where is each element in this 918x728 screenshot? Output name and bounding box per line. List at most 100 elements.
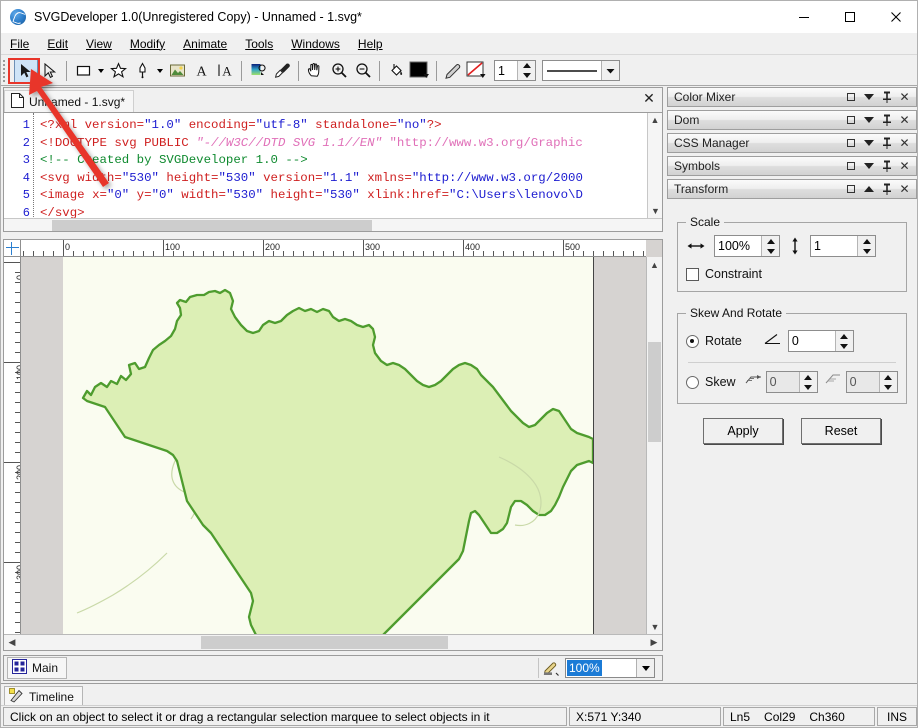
- zoom-out-tool[interactable]: [351, 59, 375, 83]
- panel-symbols[interactable]: Symbols ✕: [667, 156, 917, 176]
- canvas-vscroll-thumb[interactable]: [648, 342, 661, 442]
- rectangle-tool[interactable]: [71, 59, 95, 83]
- skew-vertical-decrement[interactable]: [880, 382, 897, 392]
- menu-help[interactable]: Help: [349, 35, 392, 53]
- chevron-down-icon[interactable]: [863, 114, 874, 126]
- constraint-checkbox[interactable]: [686, 267, 699, 281]
- skew-horizontal-increment[interactable]: [800, 372, 817, 382]
- panel-maximize-icon[interactable]: [845, 183, 856, 195]
- rotate-decrement[interactable]: [836, 341, 853, 351]
- canvas-scroll-left-arrow[interactable]: ◀: [4, 635, 20, 650]
- pin-icon[interactable]: [881, 160, 892, 172]
- pen-tool[interactable]: [130, 59, 154, 83]
- panel-maximize-icon[interactable]: [845, 114, 856, 126]
- editor-scroll-down-arrow[interactable]: ▼: [648, 204, 662, 218]
- close-icon[interactable]: ✕: [899, 137, 910, 149]
- paint-bucket-tool[interactable]: [384, 59, 408, 83]
- zoom-in-tool[interactable]: [327, 59, 351, 83]
- scale-y-increment[interactable]: [858, 236, 875, 246]
- pin-icon[interactable]: [881, 114, 892, 126]
- close-icon[interactable]: ✕: [899, 114, 910, 126]
- pin-icon[interactable]: [881, 137, 892, 149]
- zoom-level-value[interactable]: 100%: [567, 660, 602, 676]
- svg-page[interactable]: [63, 257, 595, 634]
- rotate-spin-buttons[interactable]: [834, 331, 853, 351]
- editor-hscroll-thumb[interactable]: [52, 220, 372, 231]
- reset-button[interactable]: Reset: [801, 418, 881, 444]
- apply-button[interactable]: Apply: [703, 418, 783, 444]
- menu-view[interactable]: View: [77, 35, 121, 53]
- scale-x-input[interactable]: [715, 236, 761, 256]
- canvas-viewport[interactable]: [21, 257, 646, 634]
- close-icon[interactable]: [873, 1, 917, 33]
- horizontal-ruler[interactable]: 0 100 200 300 400 500: [21, 240, 646, 257]
- star-tool[interactable]: [106, 59, 130, 83]
- canvas-horizontal-scrollbar[interactable]: ◀ ▶: [4, 634, 662, 650]
- stroke-width-increment[interactable]: [518, 61, 535, 71]
- ruler-origin-corner[interactable]: [4, 240, 21, 257]
- maximize-icon[interactable]: [827, 1, 873, 33]
- menu-modify[interactable]: Modify: [121, 35, 174, 53]
- panel-color-mixer[interactable]: Color Mixer ✕: [667, 87, 917, 107]
- canvas-scroll-up-arrow[interactable]: ▲: [647, 257, 662, 272]
- fill-color-swatch[interactable]: [408, 59, 432, 83]
- menu-edit[interactable]: Edit: [38, 35, 77, 53]
- map-image[interactable]: [63, 257, 595, 634]
- scale-x-decrement[interactable]: [762, 246, 779, 256]
- skew-horizontal-decrement[interactable]: [800, 382, 817, 392]
- rectangle-tool-dropdown[interactable]: [95, 59, 106, 83]
- stroke-width-decrement[interactable]: [518, 71, 535, 81]
- panel-transform[interactable]: Transform ✕: [667, 179, 917, 199]
- editor-close-icon[interactable]: ✕: [642, 91, 656, 105]
- rotate-angle-input[interactable]: [788, 331, 835, 351]
- close-icon[interactable]: ✕: [899, 91, 910, 103]
- skew-horizontal-spin-buttons[interactable]: [798, 372, 817, 392]
- scale-y-decrement[interactable]: [858, 246, 875, 256]
- document-tab[interactable]: Unnamed - 1.svg*: [4, 90, 135, 112]
- vertical-text-tool[interactable]: A: [213, 59, 237, 83]
- skew-vertical-spin-buttons[interactable]: [878, 372, 897, 392]
- text-tool[interactable]: A: [189, 59, 213, 83]
- skew-horizontal-stepper[interactable]: [765, 371, 818, 393]
- panel-maximize-icon[interactable]: [845, 91, 856, 103]
- panel-dom[interactable]: Dom ✕: [667, 110, 917, 130]
- pencil-stroke-tool[interactable]: [441, 59, 465, 83]
- skew-vertical-stepper[interactable]: [845, 371, 898, 393]
- scale-y-input[interactable]: [811, 236, 857, 256]
- toolbar-grip[interactable]: [3, 59, 12, 82]
- scale-x-stepper[interactable]: [714, 235, 780, 257]
- vertical-ruler[interactable]: 0100200300: [4, 257, 21, 634]
- image-tool[interactable]: [165, 59, 189, 83]
- select-arrow-tool[interactable]: [14, 58, 38, 83]
- panel-maximize-icon[interactable]: [845, 137, 856, 149]
- subselect-arrow-tool[interactable]: [38, 59, 62, 83]
- zoom-dropdown-arrow[interactable]: [636, 659, 654, 677]
- menu-file[interactable]: File: [1, 35, 38, 53]
- skew-horizontal-input[interactable]: [766, 372, 799, 392]
- zoom-level-combobox[interactable]: 100%: [565, 658, 655, 678]
- scale-x-spin-buttons[interactable]: [761, 236, 779, 256]
- scale-y-spin-buttons[interactable]: [857, 236, 875, 256]
- canvas-hscroll-thumb[interactable]: [201, 636, 448, 649]
- canvas-vertical-scrollbar[interactable]: ▲ ▼: [646, 257, 662, 634]
- snap-to-objects-icon[interactable]: [538, 658, 563, 678]
- stroke-style-dropdown-arrow[interactable]: [601, 61, 619, 80]
- scene-tab-main[interactable]: Main: [7, 657, 68, 679]
- code-area[interactable]: 1 2 3 4 5 6 <?xml version="1.0" encoding…: [4, 112, 662, 231]
- editor-scroll-up-arrow[interactable]: ▲: [648, 113, 662, 127]
- pin-icon[interactable]: [881, 91, 892, 103]
- skew-vertical-input[interactable]: [846, 372, 879, 392]
- editor-vertical-scrollbar[interactable]: ▲ ▼: [647, 113, 662, 231]
- chevron-down-icon[interactable]: [863, 160, 874, 172]
- canvas-scroll-right-arrow[interactable]: ▶: [646, 635, 662, 650]
- panel-css-manager[interactable]: CSS Manager ✕: [667, 133, 917, 153]
- stroke-width-spin-buttons[interactable]: [517, 61, 535, 80]
- close-icon[interactable]: ✕: [899, 160, 910, 172]
- timeline-tab[interactable]: Timeline: [4, 686, 83, 707]
- no-stroke-swatch[interactable]: [465, 59, 489, 83]
- menu-tools[interactable]: Tools: [236, 35, 282, 53]
- canvas-scroll-down-arrow[interactable]: ▼: [647, 619, 663, 634]
- chevron-up-icon[interactable]: [863, 183, 874, 195]
- scale-x-increment[interactable]: [762, 236, 779, 246]
- stroke-width-stepper[interactable]: [494, 60, 536, 81]
